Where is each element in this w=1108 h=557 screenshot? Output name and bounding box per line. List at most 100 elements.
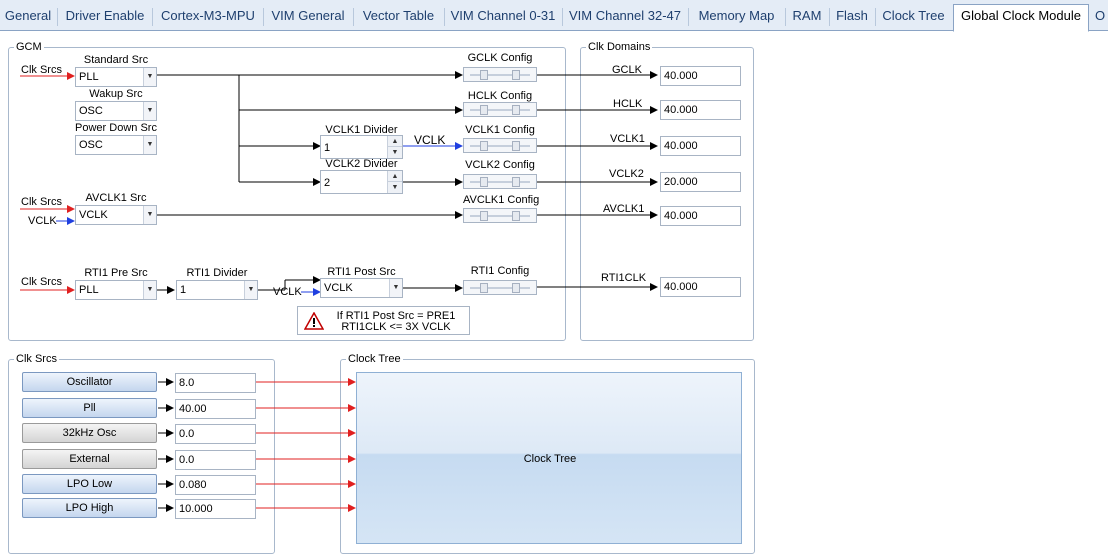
tab-separator xyxy=(562,8,563,26)
gclk-config-slider[interactable] xyxy=(463,67,537,82)
tab-separator xyxy=(353,8,354,26)
vclk2-divider-spinner[interactable]: 2 ▲ ▼ xyxy=(320,170,403,194)
oscillator-button[interactable]: Oscillator xyxy=(22,372,157,392)
tab-separator xyxy=(152,8,153,26)
avclk1-src-select[interactable]: VCLK ▼ xyxy=(75,205,157,225)
avclk1-domain-label: AVCLK1 xyxy=(603,203,645,215)
vclk1-config-slider[interactable] xyxy=(463,138,537,153)
rti1-divider-select[interactable]: 1 ▼ xyxy=(176,280,258,300)
vclk2-divider-label: VCLK2 Divider xyxy=(325,158,398,170)
chevron-down-icon[interactable]: ▼ xyxy=(244,281,257,299)
warning-icon xyxy=(304,312,324,330)
tab-general[interactable]: General xyxy=(0,5,56,30)
rti1clk-domain-label: RTI1CLK xyxy=(601,272,647,284)
chevron-down-icon[interactable]: ▼ xyxy=(143,102,156,120)
power-down-src-select[interactable]: OSC ▼ xyxy=(75,135,157,155)
rti1-pre-src-value: PLL xyxy=(79,284,99,296)
wakeup-src-label: Wakup Src xyxy=(89,88,143,100)
vclk2-config-slider[interactable] xyxy=(463,174,537,189)
32khz-osc-button[interactable]: 32kHz Osc xyxy=(22,423,157,443)
spin-down-icon[interactable]: ▼ xyxy=(387,182,402,193)
external-button[interactable]: External xyxy=(22,449,157,469)
spin-up-icon[interactable]: ▲ xyxy=(387,136,402,147)
hclk-config-label: HCLK Config xyxy=(467,90,533,102)
vclk2-domain-label: VCLK2 xyxy=(609,168,644,180)
clk-srcs-label: Clk Srcs xyxy=(21,196,62,208)
spin-up-icon[interactable]: ▲ xyxy=(387,171,402,182)
avclk1-config-slider[interactable] xyxy=(463,208,537,223)
hclk-domain-label: HCLK xyxy=(613,98,643,110)
clock-tree-button-label: Clock Tree xyxy=(523,453,577,465)
tab-separator xyxy=(829,8,830,26)
oscillator-value[interactable]: 8.0 xyxy=(175,373,256,393)
pll-button[interactable]: Pll xyxy=(22,398,157,418)
avclk1-domain-value: 40.000 xyxy=(660,206,741,226)
gclk-domain-label: GCLK xyxy=(612,64,642,76)
rti1-post-src-select[interactable]: VCLK ▼ xyxy=(320,278,403,298)
tab-flash[interactable]: Flash xyxy=(831,5,873,30)
tab-vim-general[interactable]: VIM General xyxy=(265,5,351,30)
vclk2-domain-value: 20.000 xyxy=(660,172,741,192)
tab-clock-tree[interactable]: Clock Tree xyxy=(877,5,950,30)
vclk2-config-label: VCLK2 Config xyxy=(465,159,535,171)
chevron-down-icon[interactable]: ▼ xyxy=(389,279,402,297)
chevron-down-icon[interactable]: ▼ xyxy=(143,136,156,154)
vclk1-domain-value: 40.000 xyxy=(660,136,741,156)
rti1-divider-value: 1 xyxy=(180,284,187,296)
standard-src-select[interactable]: PLL ▼ xyxy=(75,67,157,87)
clk-srcs-label: Clk Srcs xyxy=(21,276,62,288)
vclk1-domain-label: VCLK1 xyxy=(610,133,645,145)
avclk1-config-label: AVCLK1 Config xyxy=(463,194,540,206)
vclk1-divider-spinner[interactable]: 1 ▲ ▼ xyxy=(320,135,403,159)
tab-bar: General Driver Enable Cortex-M3-MPU VIM … xyxy=(0,0,1108,32)
avclk1-src-label: AVCLK1 Src xyxy=(85,192,147,204)
warning-box: If RTI1 Post Src = PRE1 RTI1CLK <= 3X VC… xyxy=(297,306,470,335)
tab-vim-channel-32-47[interactable]: VIM Channel 32-47 xyxy=(564,5,686,30)
pll-value[interactable]: 40.00 xyxy=(175,399,256,419)
vclk-label: VCLK xyxy=(273,286,302,298)
lpo-low-value[interactable]: 0.080 xyxy=(175,475,256,495)
vclk-wire-label: VCLK xyxy=(414,133,446,147)
wakeup-src-value: OSC xyxy=(79,105,103,117)
tab-overflow[interactable]: O xyxy=(1092,5,1108,30)
tab-separator xyxy=(875,8,876,26)
tab-ram[interactable]: RAM xyxy=(787,5,827,30)
standard-src-value: PLL xyxy=(79,71,99,83)
rti1-pre-src-select[interactable]: PLL ▼ xyxy=(75,280,157,300)
avclk1-src-value: VCLK xyxy=(79,209,108,221)
clk-domains-group-title: Clk Domains xyxy=(586,40,653,54)
clk-srcs-group-title: Clk Srcs xyxy=(14,352,59,366)
rti1-divider-label: RTI1 Divider xyxy=(186,267,248,279)
chevron-down-icon[interactable]: ▼ xyxy=(143,68,156,86)
rti1-config-slider[interactable] xyxy=(463,280,537,295)
rti1-post-src-label: RTI1 Post Src xyxy=(327,266,396,278)
lpo-high-value[interactable]: 10.000 xyxy=(175,499,256,519)
tab-vector-table[interactable]: Vector Table xyxy=(355,5,442,30)
rti1-pre-src-label: RTI1 Pre Src xyxy=(84,267,148,279)
clk-srcs-label: Clk Srcs xyxy=(21,64,62,76)
lpo-high-button[interactable]: LPO High xyxy=(22,498,157,518)
chevron-down-icon[interactable]: ▼ xyxy=(143,281,156,299)
tab-separator xyxy=(785,8,786,26)
spin-down-icon[interactable]: ▼ xyxy=(387,147,402,158)
tab-driver-enable[interactable]: Driver Enable xyxy=(60,5,150,30)
gcm-group-title: GCM xyxy=(14,40,44,54)
wakeup-src-select[interactable]: OSC ▼ xyxy=(75,101,157,121)
gclk-domain-value: 40.000 xyxy=(660,66,741,86)
tab-vim-channel-0-31[interactable]: VIM Channel 0-31 xyxy=(446,5,560,30)
external-value[interactable]: 0.0 xyxy=(175,450,256,470)
tab-separator xyxy=(263,8,264,26)
32khz-osc-value[interactable]: 0.0 xyxy=(175,424,256,444)
tab-memory-map[interactable]: Memory Map xyxy=(690,5,783,30)
lpo-low-button[interactable]: LPO Low xyxy=(22,474,157,494)
tab-separator xyxy=(57,8,58,26)
hclk-config-slider[interactable] xyxy=(463,102,537,117)
rti1clk-domain-value: 40.000 xyxy=(660,277,741,297)
rti1-post-src-value: VCLK xyxy=(324,282,353,294)
chevron-down-icon[interactable]: ▼ xyxy=(143,206,156,224)
clock-tree-button[interactable]: Clock Tree xyxy=(356,372,742,544)
hclk-domain-value: 40.000 xyxy=(660,100,741,120)
tab-cortex-m3-mpu[interactable]: Cortex-M3-MPU xyxy=(155,5,261,30)
tab-global-clock-module[interactable]: Global Clock Module xyxy=(953,4,1089,32)
clock-tree-group-title: Clock Tree xyxy=(346,352,403,366)
